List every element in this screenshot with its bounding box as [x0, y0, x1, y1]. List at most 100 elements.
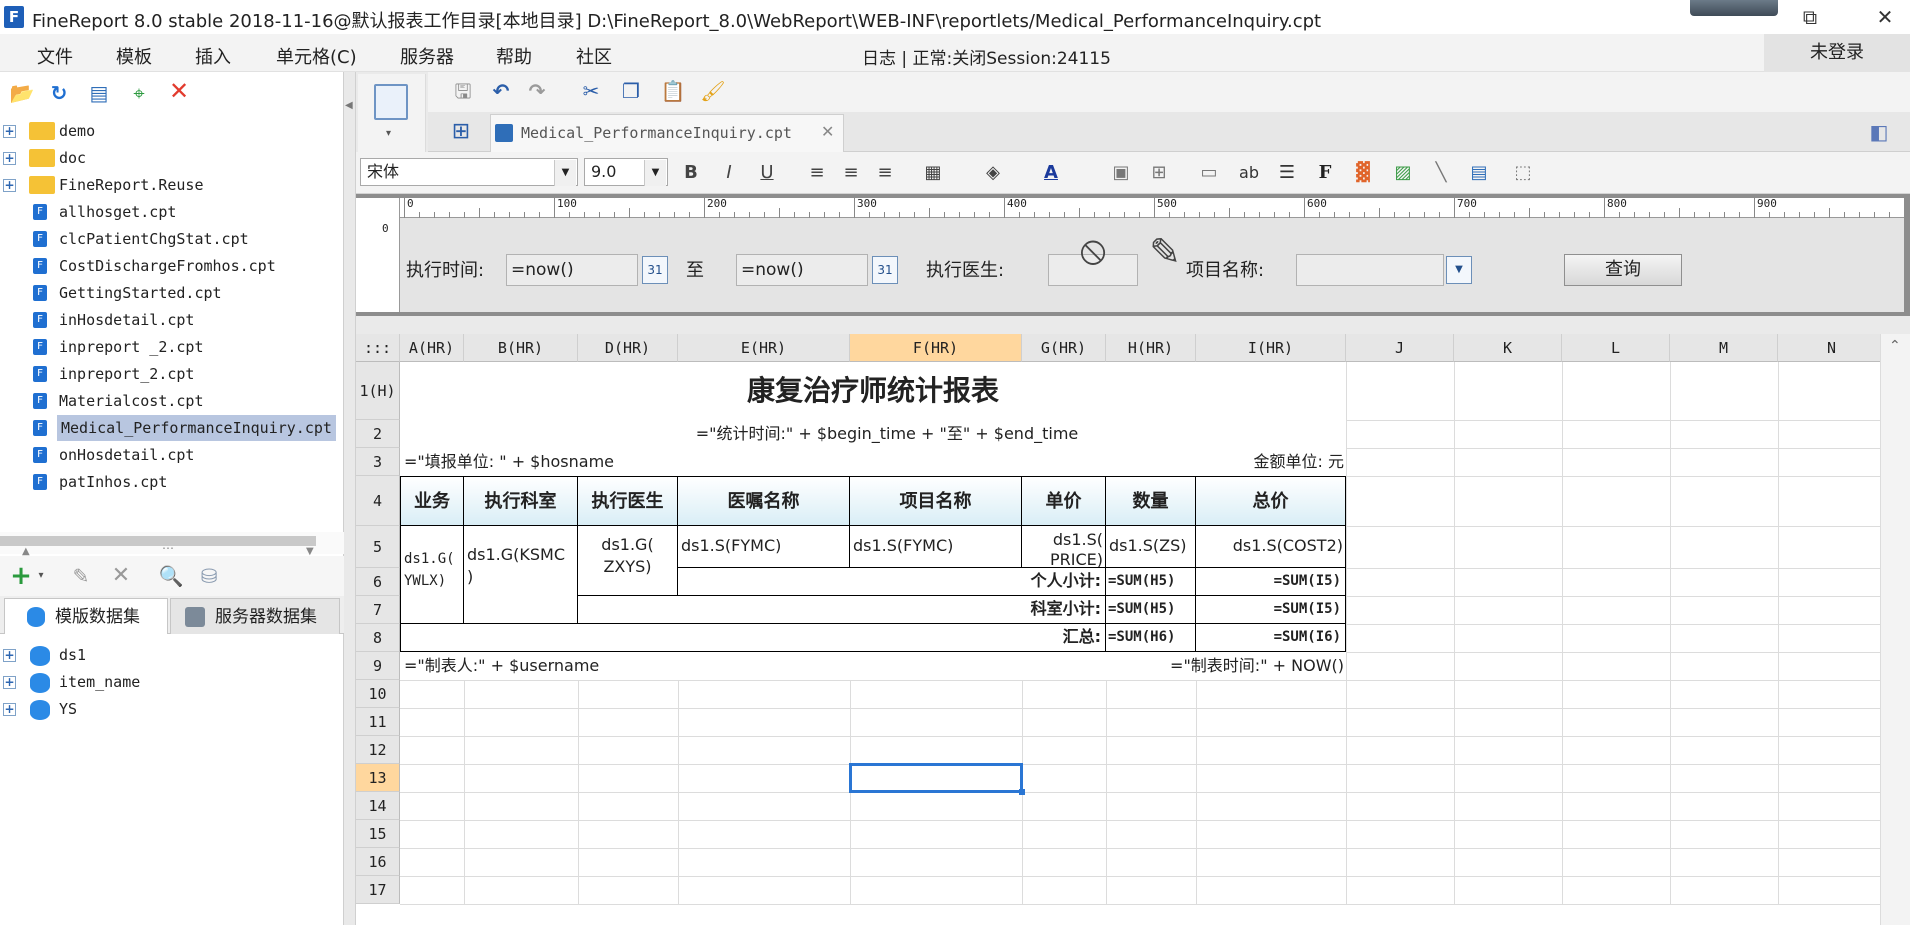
column-header[interactable]: I(HR) — [1196, 334, 1346, 362]
tree-file[interactable]: FclcPatientChgStat.cpt — [0, 226, 344, 252]
header-cell[interactable]: 总价 — [1196, 476, 1346, 526]
edit-icon[interactable]: ✎ — [68, 563, 94, 589]
column-header[interactable]: H(HR) — [1106, 334, 1196, 362]
menu-template[interactable]: 模板 — [116, 43, 152, 69]
dataset-item[interactable]: + YS — [0, 696, 344, 722]
side-collapse-bar[interactable]: ◀ — [344, 72, 356, 925]
header-cell[interactable]: 执行科室 — [464, 476, 578, 526]
wrap-text-icon[interactable]: ☰ — [1274, 158, 1300, 188]
header-cell[interactable]: 数量 — [1106, 476, 1196, 526]
login-button[interactable]: 未登录 — [1764, 34, 1910, 72]
start-time-input[interactable]: =now() — [506, 254, 638, 286]
header-cell[interactable]: 执行医生 — [578, 476, 678, 526]
expand-icon[interactable]: + — [3, 125, 16, 138]
tree-file[interactable]: FonHosdetail.cpt — [0, 442, 344, 468]
database-settings-icon[interactable]: ⛁ — [196, 563, 222, 589]
cell-i6[interactable]: =SUM(I5) — [1196, 568, 1346, 596]
row-header[interactable]: 16 — [356, 848, 400, 876]
sub-report-icon[interactable]: ▤ — [1466, 158, 1492, 188]
amount-unit-cell[interactable]: 金额单位: 元 — [1196, 448, 1346, 476]
column-header[interactable]: E(HR) — [678, 334, 850, 362]
tab-server-dataset[interactable]: 服务器数据集 — [170, 598, 340, 634]
row-header[interactable]: 2 — [356, 420, 400, 448]
menu-file[interactable]: 文件 — [37, 43, 73, 69]
font-name-select[interactable]: 宋体 ▼ — [360, 158, 578, 186]
end-time-input[interactable]: =now() — [736, 254, 868, 286]
tree-file[interactable]: FinHosdetail.cpt — [0, 307, 344, 333]
fill-handle[interactable] — [1019, 789, 1025, 795]
tree-file[interactable]: Finpreport_2.cpt — [0, 361, 344, 387]
delete-icon[interactable]: ✕ — [166, 78, 192, 104]
tree-file[interactable]: F GettingStarted.cpt — [0, 280, 344, 306]
make-time-cell[interactable]: ="制表时间:" + NOW() — [850, 652, 1346, 680]
widget-icon[interactable]: ⬚ — [1508, 158, 1538, 188]
cell-d5[interactable]: ds1.G( ZXYS) — [578, 526, 678, 596]
row-header[interactable]: 7 — [356, 596, 400, 624]
menu-server[interactable]: 服务器 — [400, 43, 454, 69]
remove-icon[interactable]: ✕ — [108, 563, 134, 589]
column-header[interactable]: A(HR) — [400, 334, 464, 362]
column-header[interactable]: K — [1454, 334, 1562, 362]
row-header[interactable]: 10 — [356, 680, 400, 708]
scroll-up-icon[interactable]: ⌃ — [1889, 338, 1901, 354]
row-header[interactable]: 14 — [356, 792, 400, 820]
refresh-icon[interactable]: ↻ — [46, 80, 72, 106]
tree-file[interactable]: Finpreport _2.cpt — [0, 334, 344, 360]
formula-icon[interactable]: F — [1310, 158, 1340, 188]
header-cell[interactable]: 业务 — [400, 476, 464, 526]
restore-button[interactable]: ⧉ — [1795, 4, 1825, 30]
tree-folder[interactable]: + FineReport.Reuse — [0, 172, 344, 198]
expand-icon[interactable]: + — [3, 152, 16, 165]
preview-icon[interactable]: 🔍 — [158, 563, 184, 589]
column-header[interactable]: L — [1562, 334, 1670, 362]
row-header[interactable]: 11 — [356, 708, 400, 736]
combo-dropdown-icon[interactable]: ▼ — [1446, 256, 1472, 284]
tree-folder[interactable]: + demo — [0, 118, 344, 144]
menu-help[interactable]: 帮助 — [496, 43, 532, 69]
row-header[interactable]: 5 — [356, 526, 400, 568]
fill-unit-cell[interactable]: ="填报单位: " + $hosname — [400, 448, 1196, 476]
cell-h5[interactable]: ds1.S(ZS) — [1106, 526, 1196, 568]
cell-b5[interactable]: ds1.G(KSMC ) — [464, 526, 578, 624]
report-title-cell[interactable]: 康复治疗师统计报表 — [400, 362, 1346, 420]
format-painter-icon[interactable]: 🖌 — [700, 78, 726, 104]
italic-button[interactable]: I — [718, 158, 740, 188]
expand-icon[interactable]: + — [3, 649, 16, 662]
align-center-icon[interactable]: ≡ — [838, 158, 864, 188]
preview-dropdown-icon[interactable]: ▾ — [386, 128, 391, 139]
column-header[interactable]: N — [1778, 334, 1880, 362]
cell-i8[interactable]: =SUM(I6) — [1196, 624, 1346, 652]
row-header[interactable]: 9 — [356, 652, 400, 680]
cell-g5[interactable]: ds1.S( PRICE) — [1022, 526, 1106, 568]
tree-file[interactable]: Fallhosget.cpt — [0, 199, 344, 225]
column-header[interactable]: F(HR) — [850, 334, 1022, 362]
vertical-scrollbar[interactable]: ⌃ — [1880, 334, 1910, 925]
column-header[interactable]: M — [1670, 334, 1778, 362]
cell-h6[interactable]: =SUM(H5) — [1106, 568, 1196, 596]
bold-button[interactable]: B — [680, 158, 702, 188]
add-dropdown-icon[interactable]: ▾ — [28, 563, 54, 589]
tab-template-dataset[interactable]: 模版数据集 — [4, 598, 168, 634]
edit-file-icon[interactable]: ▤ — [86, 80, 112, 106]
header-cell[interactable]: 项目名称 — [850, 476, 1022, 526]
chart-icon[interactable]: ▓ — [1350, 158, 1376, 188]
image-icon[interactable]: ▨ — [1390, 158, 1416, 188]
column-header[interactable]: B(HR) — [464, 334, 578, 362]
expand-icon[interactable]: + — [3, 703, 16, 716]
close-tab-icon[interactable]: ✕ — [821, 122, 834, 141]
column-header[interactable]: J — [1346, 334, 1454, 362]
row-header[interactable]: 1(H) — [356, 362, 400, 420]
stat-time-cell[interactable]: ="统计时间:" + $begin_time + "至" + $end_time — [578, 420, 1196, 448]
query-button[interactable]: 查询 — [1564, 254, 1682, 286]
dept-subtotal-cell[interactable]: 科室小计: — [578, 596, 1106, 624]
header-cell[interactable]: 单价 — [1022, 476, 1106, 526]
document-tab[interactable]: Medical_PerformanceInquiry.cpt ✕ — [490, 114, 844, 152]
grid-corner[interactable]: ::: — [356, 334, 400, 362]
align-right-icon[interactable]: ≡ — [872, 158, 898, 188]
cell-i5[interactable]: ds1.S(COST2) — [1196, 526, 1346, 568]
close-button[interactable]: ✕ — [1870, 4, 1900, 30]
cell-a5[interactable]: ds1.G( YWLX) — [400, 526, 464, 624]
collapse-left-icon[interactable]: ◀ — [345, 100, 353, 111]
expand-icon[interactable]: + — [3, 676, 16, 689]
tree-file[interactable]: FpatInhos.cpt — [0, 469, 344, 495]
